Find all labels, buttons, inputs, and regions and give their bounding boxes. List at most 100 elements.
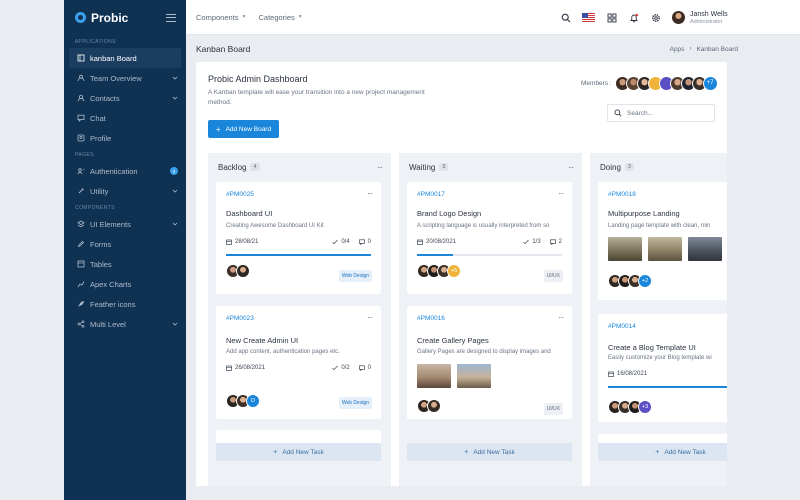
gallery-image[interactable] [648, 237, 682, 261]
members-more-badge[interactable]: +7 [702, 75, 718, 91]
progress-fill [226, 254, 371, 256]
more-icon[interactable]: ··· [568, 163, 574, 172]
assignee-avatar[interactable] [236, 264, 250, 278]
task-description: Creating Awesome Dashboard UI Kit [226, 223, 324, 229]
breadcrumb-apps[interactable]: Apps [670, 46, 685, 53]
search-input[interactable] [627, 109, 707, 117]
sidebar-section-label: PAGES [75, 152, 94, 158]
task-card[interactable]: #PM0016 ··· Create Gallery Pages Gallery … [407, 306, 572, 419]
sidebar-item-label: Tables [90, 259, 112, 269]
column-backlog: Backlog 4 ··· #PM0025 ··· Dashboard UI Cr… [208, 153, 391, 486]
assignee-more-badge[interactable]: +2 [638, 274, 652, 288]
add-task-button[interactable]: + Add New Task [407, 443, 572, 461]
us-flag-icon[interactable] [582, 13, 595, 22]
brand: Probic [64, 0, 186, 35]
user-name: Jansh Wells [690, 10, 728, 18]
task-comments: 2 [558, 239, 562, 245]
sidebar-section-label: APPLICATIONS [75, 39, 116, 45]
sidebar-item-tables[interactable]: Tables [64, 254, 186, 274]
members-group: Members : +7 [581, 74, 718, 92]
hamburger-icon[interactable] [166, 13, 176, 22]
assignee-group: +5 [417, 264, 461, 278]
task-id: #PM0017 [417, 191, 445, 198]
task-checklist: 1/3 [532, 239, 541, 245]
bell-icon[interactable] [628, 12, 639, 23]
more-icon[interactable]: ··· [377, 163, 383, 172]
task-title: Create Gallery Pages [417, 336, 489, 345]
sidebar-item-multi-level[interactable]: Multi Level [64, 314, 186, 334]
task-card[interactable]: #PM0025 ··· Dashboard UI Creating Awesome… [216, 182, 381, 294]
share-icon [76, 320, 85, 329]
gear-icon[interactable] [650, 12, 661, 23]
progress-fill [608, 386, 727, 388]
add-task-button[interactable]: + Add New Task [598, 443, 727, 461]
task-description: Gallery Pages are designed to display im… [417, 349, 551, 355]
user-role: Administrator [690, 18, 723, 25]
contacts-icon [76, 94, 85, 103]
assignee-group [417, 399, 441, 413]
sidebar-item-apex-charts[interactable]: Apex Charts [64, 274, 186, 294]
chevron-down-icon [172, 95, 178, 101]
sidebar-item-utility[interactable]: Utility [64, 181, 186, 201]
gallery-image[interactable] [417, 364, 451, 388]
components-menu[interactable]: Components ▼ [196, 13, 246, 22]
task-date: 20/08/2021 [426, 239, 457, 245]
board-icon [76, 54, 85, 63]
sidebar-item-profile[interactable]: Profile [64, 128, 186, 148]
sidebar-item-contacts[interactable]: Contacts [64, 88, 186, 108]
sidebar-item-label: Chat [90, 113, 106, 123]
task-card[interactable]: #PM0014 Create a Blog Template UI Easily… [598, 314, 727, 422]
gallery-image[interactable] [688, 237, 722, 261]
more-icon[interactable]: ··· [367, 189, 373, 198]
sidebar-item-kanban-board[interactable]: kanban Board [69, 48, 181, 68]
categories-menu[interactable]: Categories ▼ [258, 13, 302, 22]
task-card[interactable]: #PM0018 Multipurpose Landing Landing pag… [598, 182, 727, 300]
kanban-panel: Probic Admin Dashboard A Kanban template… [196, 62, 727, 486]
more-icon[interactable]: ··· [558, 189, 564, 198]
task-meta: 16/08/2021 [608, 371, 727, 377]
assignee-initial-avatar[interactable]: D [246, 394, 260, 408]
sidebar-item-label: Profile [90, 133, 112, 143]
add-board-button[interactable]: + Add New Board [208, 120, 279, 138]
search-icon[interactable] [560, 12, 571, 23]
task-card[interactable]: #PM0023 ··· New Create Admin UI Add app c… [216, 306, 381, 419]
components-label: Components [196, 12, 239, 22]
users-icon [76, 167, 85, 176]
plus-icon: + [655, 448, 660, 456]
sidebar-item-forms[interactable]: Forms [64, 234, 186, 254]
search-field[interactable] [607, 104, 715, 122]
assignee-group [226, 264, 250, 278]
more-icon[interactable]: ··· [367, 313, 373, 322]
task-id: #PM0016 [417, 315, 445, 322]
sidebar-item-team-overview[interactable]: Team Overview [64, 68, 186, 88]
team-icon [76, 74, 85, 83]
task-card[interactable]: #PM0017 ··· Brand Logo Design A scripting… [407, 182, 572, 294]
sidebar-item-label: Forms [90, 239, 112, 249]
task-meta: 28/08/21 0/4 0 [226, 239, 371, 245]
sidebar-item-feather-icons[interactable]: Feather icons [64, 294, 186, 314]
chevron-down-icon [172, 321, 178, 327]
assignee-more-badge[interactable]: +5 [447, 264, 461, 278]
sidebar-item-ui-elements[interactable]: UI Elements [64, 214, 186, 234]
calendar-icon [608, 371, 614, 377]
gallery-image[interactable] [608, 237, 642, 261]
add-task-label: Add New Task [473, 448, 515, 456]
add-task-button[interactable]: + Add New Task [216, 443, 381, 461]
task-progress [417, 254, 562, 256]
task-title: Create a Blog Template UI [608, 343, 696, 352]
breadcrumb: Apps › Kanban Board [670, 46, 738, 53]
user-info[interactable]: Jansh Wells Administrator [690, 11, 728, 25]
user-avatar[interactable] [672, 11, 685, 24]
gallery-image[interactable] [457, 364, 491, 388]
task-description: Add app content, authentication pages et… [226, 349, 340, 355]
sidebar-item-chat[interactable]: Chat [64, 108, 186, 128]
assignee-more-badge[interactable]: +3 [638, 400, 652, 414]
more-icon[interactable]: ··· [558, 313, 564, 322]
assignee-avatar[interactable] [427, 399, 441, 413]
task-tag: UI/UX [543, 270, 563, 282]
sidebar-nav: APPLICATIONS kanban Board Team Overview Con… [64, 37, 186, 334]
column-count: 4 [250, 163, 260, 171]
chevron-down-icon [172, 75, 178, 81]
sidebar-item-authentication[interactable]: Authentication 2 [64, 161, 186, 181]
apps-grid-icon[interactable] [606, 12, 617, 23]
